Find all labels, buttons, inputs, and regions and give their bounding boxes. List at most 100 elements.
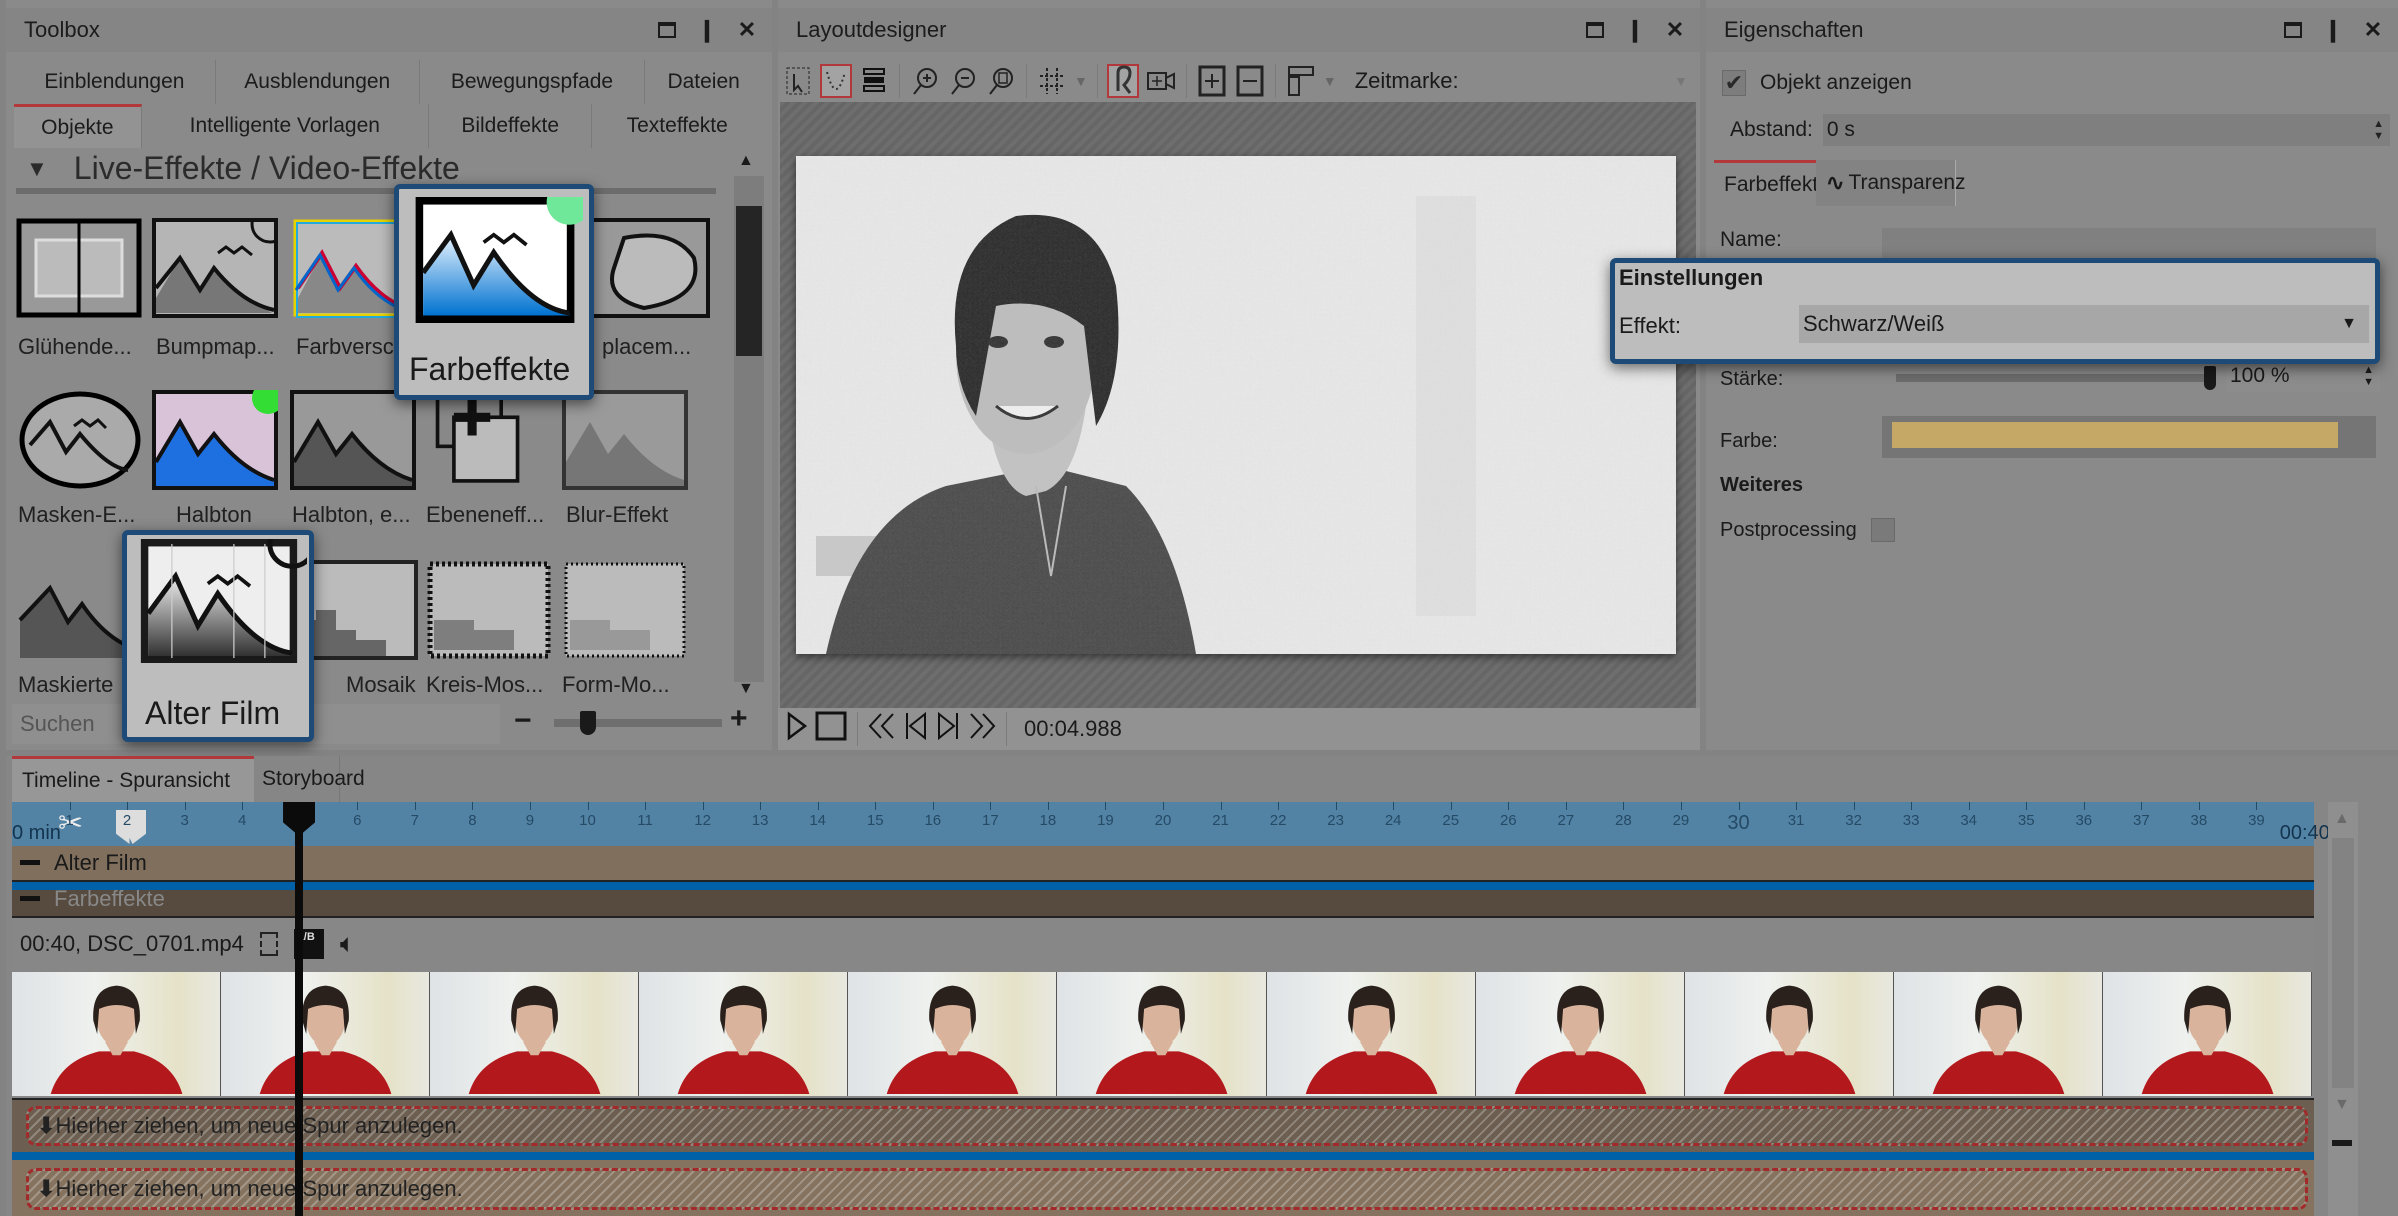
camera-icon[interactable] — [1145, 64, 1177, 98]
select-tool-icon[interactable] — [782, 64, 814, 98]
speaker-icon[interactable]: 🔈︎ — [340, 928, 356, 960]
tab-bildeffekte[interactable]: Bildeffekte — [429, 104, 593, 148]
maximize-icon[interactable] — [2282, 19, 2304, 41]
section-header[interactable]: ▼ Live-Effekte / Video-Effekte — [26, 150, 460, 187]
tab-intelligente-vorlagen[interactable]: Intelligente Vorlagen — [142, 104, 429, 148]
collapse-icon[interactable] — [20, 896, 40, 901]
tab-transparenz[interactable]: ∿ Transparenz — [1816, 160, 1966, 206]
ruler-tick — [587, 802, 589, 810]
track-video[interactable]: 00:40, DSC_0701.mp4 A/B 🔈︎ — [12, 918, 2314, 1100]
zoom-in-button[interactable]: + — [730, 702, 748, 736]
scroll-up-icon[interactable]: ▲ — [738, 152, 754, 170]
effect-tile-displacement[interactable] — [584, 218, 710, 338]
collapse-triangle-icon[interactable]: ▼ — [26, 156, 48, 182]
timeline-scrollbar[interactable]: ▲ ▼ — [2328, 802, 2358, 1216]
timeline-ruler[interactable]: 0 min 00:40 m ✂ 123456789101112131415161… — [12, 802, 2352, 846]
align-dropdown-icon[interactable]: ▼ — [1323, 73, 1337, 89]
tab-dateien[interactable]: Dateien — [645, 60, 762, 104]
track-alter-film[interactable]: Alter Film — [12, 846, 2314, 882]
path-tool-icon[interactable] — [820, 64, 852, 98]
grid-icon[interactable] — [1036, 64, 1068, 98]
align-icon[interactable] — [1285, 64, 1317, 98]
clip-thumbnails[interactable] — [12, 972, 2312, 1096]
motion-path-icon[interactable] — [1106, 64, 1139, 98]
playhead[interactable] — [283, 802, 316, 1216]
tab-objekte[interactable]: Objekte — [14, 104, 142, 148]
tab-farbeffekte[interactable]: Farbeffekte — [1714, 160, 1830, 206]
effect-tile-masken[interactable] — [18, 390, 144, 510]
drop-zone[interactable]: ⬇ Hierher ziehen, um neue Spur anzulegen… — [26, 1168, 2308, 1210]
ruler-tick — [2026, 802, 2028, 810]
maximize-icon[interactable] — [656, 19, 678, 41]
pin-icon[interactable]: ❙ — [696, 17, 718, 42]
collapse-icon[interactable] — [20, 860, 40, 865]
play-icon[interactable] — [786, 711, 808, 747]
effect-tile-halbton[interactable] — [152, 382, 284, 510]
einstellungen-heading: Einstellungen — [1619, 265, 1764, 290]
spin-arrows-icon[interactable]: ▲ ▼ — [2363, 364, 2374, 388]
next-icon[interactable] — [935, 711, 961, 747]
farbe-picker[interactable] — [1882, 416, 2376, 458]
effect-tile-halbton-erweitert[interactable] — [290, 390, 416, 510]
rewind-icon[interactable] — [867, 711, 897, 747]
add-keyframe-icon[interactable] — [1196, 64, 1228, 98]
objekt-anzeigen-checkbox[interactable]: ✔ — [1722, 70, 1746, 96]
chevron-down-icon[interactable]: ▼ — [2341, 315, 2357, 333]
close-icon[interactable]: ✕ — [736, 17, 758, 42]
tab-storyboard[interactable]: Storyboard — [254, 756, 365, 802]
pin-icon[interactable]: ❙ — [2322, 17, 2344, 42]
effect-tile-blur[interactable] — [562, 390, 688, 510]
slider-thumb[interactable] — [579, 711, 596, 735]
zoom-out-icon[interactable] — [947, 64, 979, 98]
tab-einblendungen[interactable]: Einblendungen — [14, 60, 216, 104]
staerke-spinbox[interactable]: 100 % ▲ ▼ — [2226, 360, 2380, 392]
remove-keyframe-icon[interactable] — [1234, 64, 1266, 98]
effect-tile-form-mosaik[interactable] — [562, 560, 688, 680]
zoom-out-button[interactable]: − — [514, 704, 532, 738]
slider-thumb[interactable] — [2204, 366, 2216, 390]
abstand-spinbox[interactable]: 0 s ▲ ▼ — [1822, 114, 2390, 146]
tab-texteffekte[interactable]: Texteffekte — [592, 104, 762, 148]
close-icon[interactable]: ✕ — [2362, 17, 2384, 42]
ruler-tick — [875, 802, 877, 810]
drop-zone-track-2[interactable]: ⬇ Hierher ziehen, um neue Spur anzulegen… — [12, 1160, 2314, 1216]
track-farbeffekte[interactable]: Farbeffekte — [12, 882, 2314, 918]
spin-arrows-icon[interactable]: ▲ ▼ — [2373, 118, 2384, 142]
scroll-down-icon[interactable]: ▼ — [2334, 1096, 2350, 1114]
effect-tile-bumpmap[interactable] — [152, 204, 290, 338]
maximize-icon[interactable] — [1584, 19, 1606, 41]
grid-dropdown-icon[interactable]: ▼ — [1074, 73, 1088, 89]
zeitmarke-dropdown-icon[interactable]: ▼ — [1674, 73, 1688, 89]
ruler-tick-label: 23 — [1327, 812, 1344, 829]
zoom-fit-icon[interactable] — [985, 64, 1017, 98]
effekt-dropdown[interactable]: Schwarz/Weiß ▼ — [1799, 305, 2369, 343]
ruler-tick-label: 6 — [353, 812, 362, 829]
zoom-in-icon[interactable] — [909, 64, 941, 98]
name-input[interactable] — [1882, 228, 2376, 260]
pin-icon[interactable]: ❙ — [1624, 17, 1646, 42]
effect-tile-kreis-mosaik[interactable] — [426, 560, 552, 680]
tile-size-slider[interactable] — [554, 711, 722, 735]
stop-icon[interactable] — [814, 710, 848, 748]
scroll-down-icon[interactable]: ▼ — [738, 680, 754, 698]
video-preview[interactable] — [796, 156, 1676, 654]
drop-zone[interactable]: ⬇ Hierher ziehen, um neue Spur anzulegen… — [26, 1106, 2308, 1146]
tab-bewegungspfade[interactable]: Bewegungspfade — [420, 60, 646, 104]
zoom-handle[interactable] — [2332, 1140, 2352, 1146]
effect-tile-ebeneneffekt[interactable] — [430, 390, 556, 510]
scrollbar-thumb[interactable] — [736, 206, 762, 356]
postprocessing-checkbox[interactable] — [1870, 518, 1895, 542]
film-strip-icon[interactable] — [259, 932, 278, 956]
scroll-up-icon[interactable]: ▲ — [2334, 810, 2350, 828]
toolbox-scrollbar[interactable] — [734, 176, 764, 682]
staerke-slider[interactable] — [1896, 366, 2216, 390]
fast-forward-icon[interactable] — [967, 711, 997, 747]
close-icon[interactable]: ✕ — [1664, 17, 1686, 42]
previous-icon[interactable] — [903, 711, 929, 747]
drop-zone-track-1[interactable]: ⬇ Hierher ziehen, um neue Spur anzulegen… — [12, 1100, 2314, 1160]
tab-ausblendungen[interactable]: Ausblendungen — [216, 60, 420, 104]
ruler-tick — [529, 802, 531, 810]
effect-tile-gluehende[interactable] — [16, 218, 142, 338]
layers-icon[interactable] — [858, 64, 890, 98]
tab-timeline-spuransicht[interactable]: Timeline - Spuransicht — [12, 756, 254, 802]
